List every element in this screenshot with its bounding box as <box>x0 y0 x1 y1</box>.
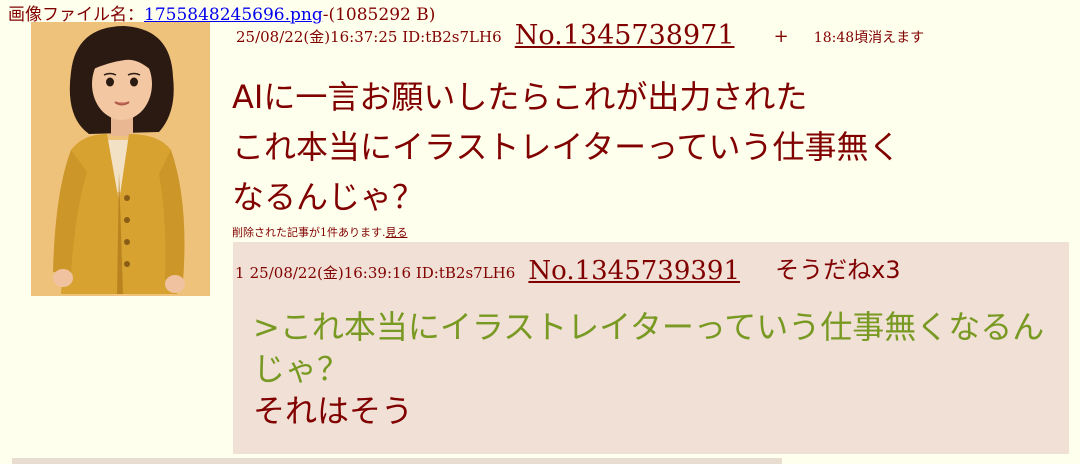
thumbnail-image[interactable] <box>31 22 210 296</box>
quote-line: じゃ？ <box>253 350 350 388</box>
expire-time: 18:48頃消えます <box>813 30 925 46</box>
op-body-line: これ本当にイラストレイターっていう仕事無く <box>232 128 901 166</box>
deleted-posts-note: 削除された記事が1件あります.見る <box>232 224 408 240</box>
op-body-line: なるんじゃ？ <box>232 178 425 216</box>
reply-text: それはそう <box>253 392 414 430</box>
quote-line: >これ本当にイラストレイターっていう仕事無くなるん <box>253 308 1045 346</box>
deleted-note-text: 削除された記事が1件あります. <box>232 226 386 239</box>
plus-button[interactable]: + <box>774 26 789 47</box>
thread-page: 画像ファイル名：1755848245696.png-(1085292 B) 25… <box>0 0 1080 464</box>
reply-index: 1 <box>235 264 245 282</box>
next-post-edge <box>12 458 782 464</box>
op-datetime-id: 25/08/22(金)16:37:25 ID:tB2s7LH6 <box>236 28 502 46</box>
op-post-body: AIに一言お願いしたらこれが出力された これ本当にイラストレイターっていう仕事無… <box>232 72 900 222</box>
illustration-woman-cardigan <box>31 22 210 296</box>
reply-body: >これ本当にイラストレイターっていう仕事無くなるん じゃ？ それはそう <box>253 306 1053 432</box>
op-post-header: 25/08/22(金)16:37:25 ID:tB2s7LH6 No.13457… <box>236 20 924 51</box>
op-post-number[interactable]: No.1345738971 <box>515 20 735 51</box>
op-body-line: AIに一言お願いしたらこれが出力された <box>232 78 808 116</box>
reply-datetime-id: 25/08/22(金)16:39:16 ID:tB2s7LH6 <box>249 264 516 282</box>
reply-post: 1 25/08/22(金)16:39:16 ID:tB2s7LH6 No.134… <box>233 242 1069 454</box>
sodane-button[interactable]: そうだねx3 <box>775 256 900 284</box>
reply-header: 1 25/08/22(金)16:39:16 ID:tB2s7LH6 No.134… <box>235 250 901 286</box>
reply-post-number[interactable]: No.1345739391 <box>528 256 740 286</box>
show-deleted-link[interactable]: 見る <box>386 226 408 239</box>
